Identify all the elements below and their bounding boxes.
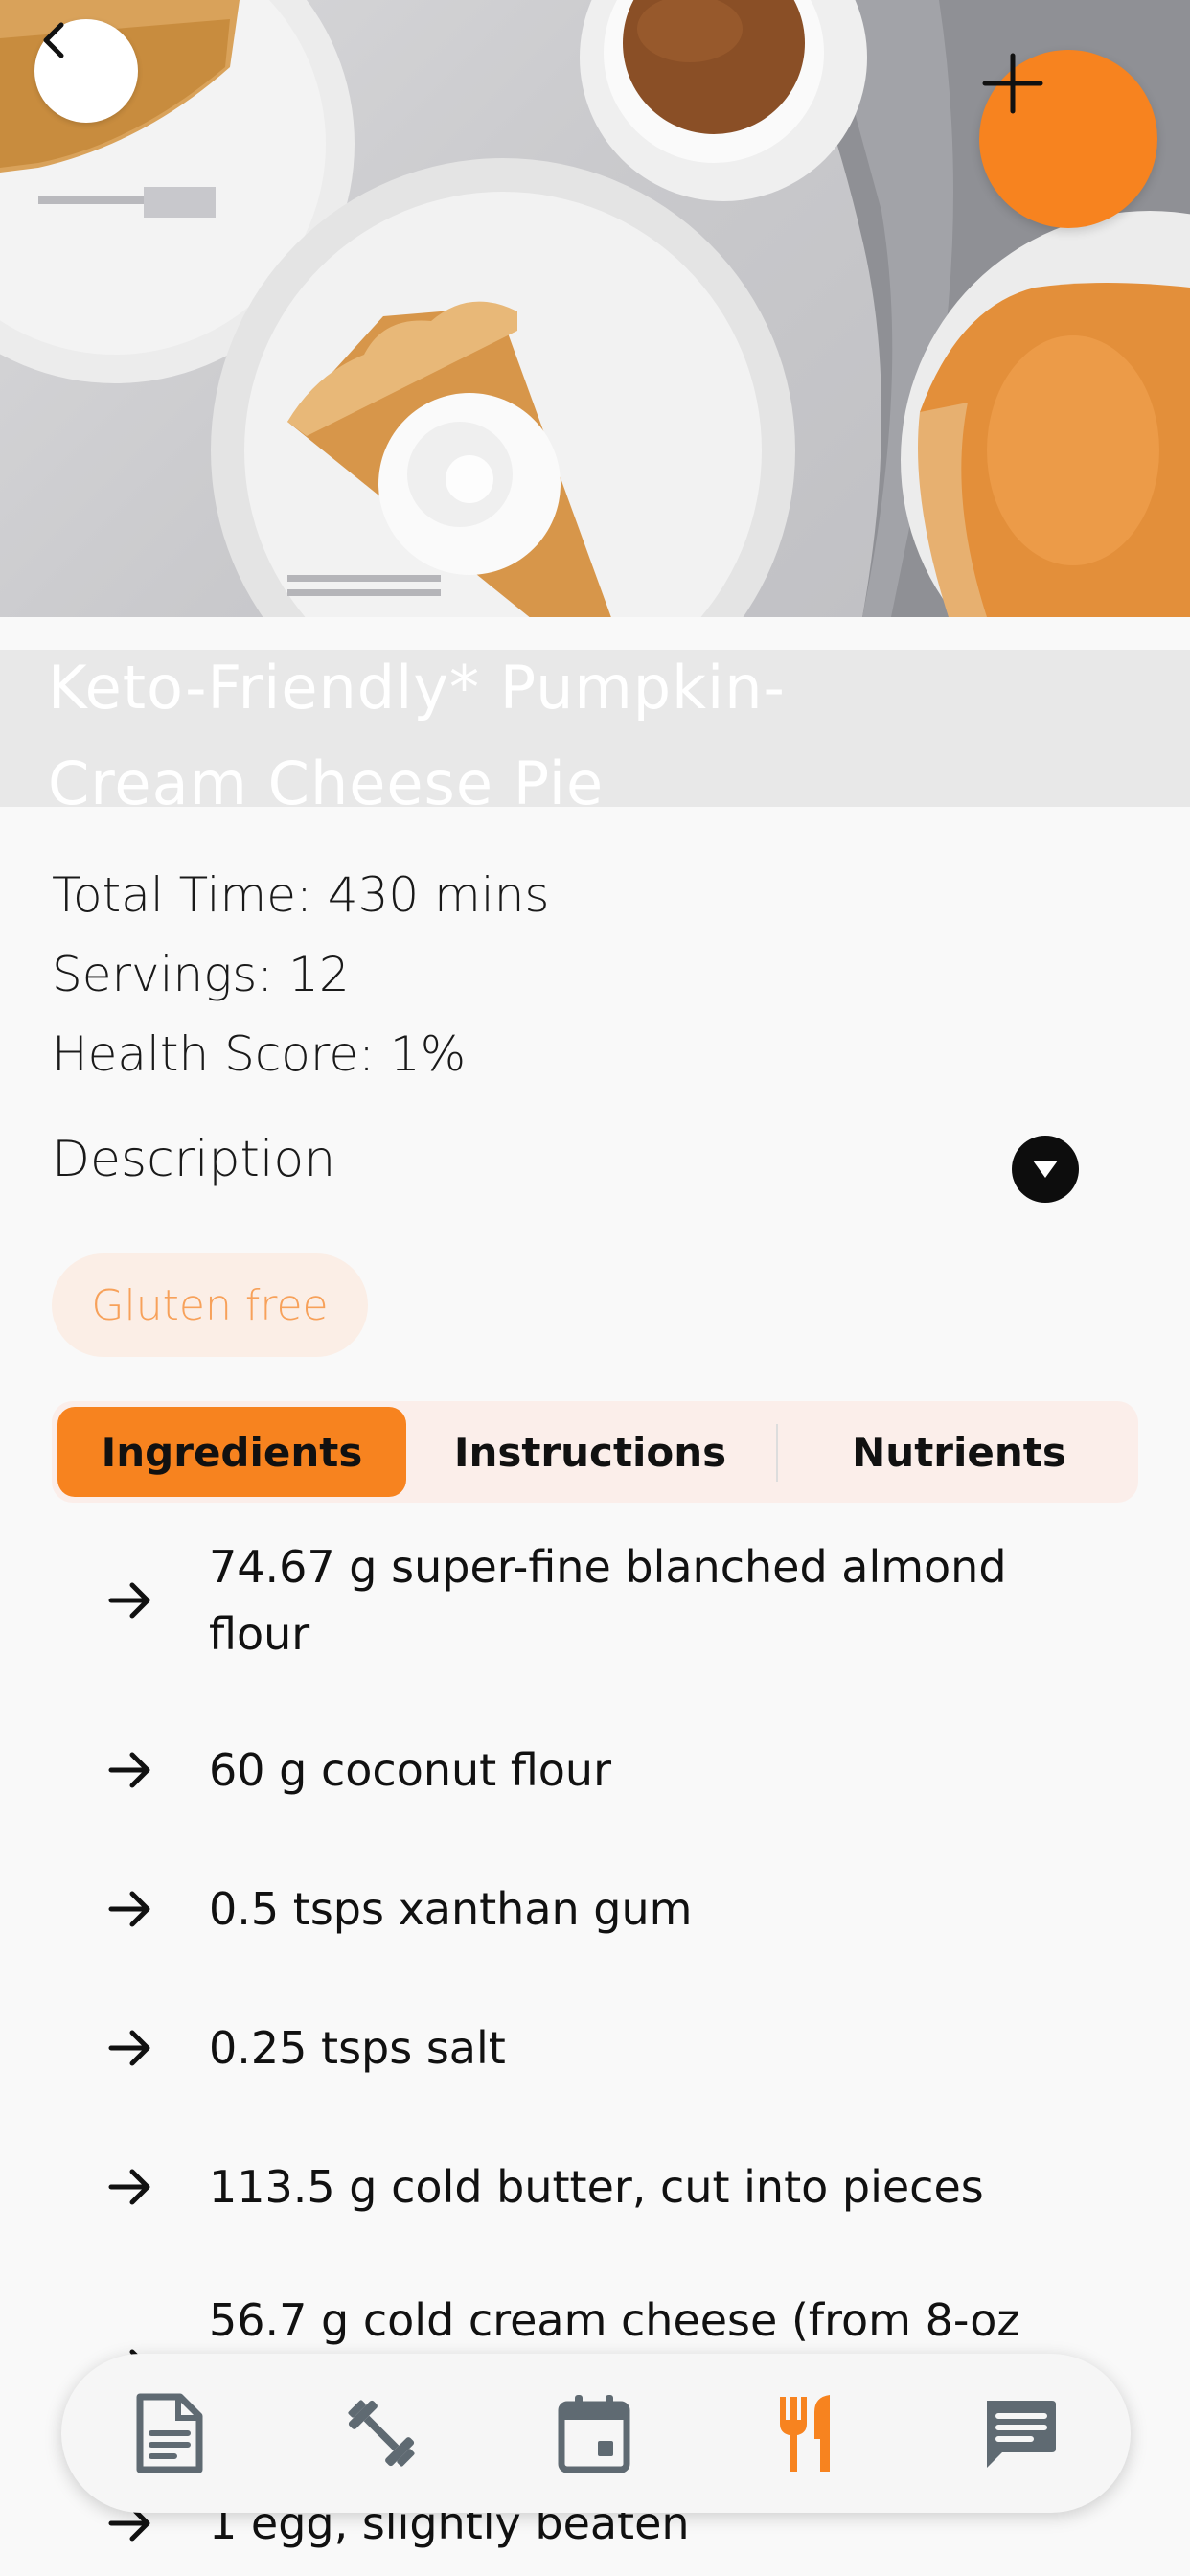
plus-icon: [982, 53, 1043, 114]
nav-notes[interactable]: [121, 2385, 217, 2481]
bottom-navigation: [61, 2354, 1131, 2513]
nav-workouts[interactable]: [333, 2385, 429, 2481]
total-time: Total Time: 430 mins: [52, 867, 550, 923]
dumbbell-icon: [348, 2400, 415, 2467]
arrow-right-icon: [108, 1891, 150, 1927]
description-label: Description: [52, 1131, 336, 1188]
nav-calendar[interactable]: [546, 2385, 642, 2481]
chevron-left-icon: [43, 22, 64, 58]
document-icon: [136, 2393, 203, 2473]
ingredient-text: 60 g coconut flour: [209, 1744, 611, 1796]
diet-tag-gluten-free: Gluten free: [52, 1254, 368, 1357]
chat-icon: [987, 2401, 1056, 2468]
recipe-hero-image: [0, 0, 1190, 617]
tab-divider: [776, 1424, 778, 1482]
nav-chat[interactable]: [972, 2385, 1067, 2481]
arrow-right-icon: [108, 2169, 150, 2205]
ingredient-text: 0.5 tsps xanthan gum: [209, 1883, 693, 1935]
ingredient-text: 0.25 tsps salt: [209, 2022, 506, 2074]
fork-knife-icon: [780, 2395, 830, 2472]
add-recipe-button[interactable]: [979, 50, 1157, 228]
description-toggle-button[interactable]: [1012, 1136, 1079, 1203]
tab-ingredients[interactable]: Ingredients: [57, 1407, 406, 1497]
health-score: Health Score: 1%: [52, 1026, 467, 1082]
back-button[interactable]: [34, 19, 138, 123]
description-row[interactable]: Description: [52, 1131, 1083, 1208]
arrow-right-icon: [108, 1582, 150, 1619]
tab-instructions[interactable]: Instructions: [416, 1407, 765, 1497]
ingredient-text: 56.7 g cold cream cheese (from 8-oz: [209, 2294, 1020, 2346]
tab-nutrients[interactable]: Nutrients: [786, 1407, 1133, 1497]
caret-down-icon: [1033, 1161, 1058, 1178]
arrow-right-icon: [108, 1752, 150, 1788]
recipe-tabs: Ingredients Instructions Nutrients: [52, 1401, 1138, 1503]
servings: Servings: 12: [52, 947, 350, 1002]
nav-recipes[interactable]: [759, 2385, 855, 2481]
calendar-icon: [558, 2395, 630, 2473]
ingredient-text: 113.5 g cold butter, cut into pieces: [209, 2161, 984, 2213]
ingredient-text: 74.67 g super-fine blanched almond flour: [209, 1541, 1007, 1660]
recipe-title: Keto-Friendly* Pumpkin-Cream Cheese Pie: [48, 653, 786, 818]
arrow-right-icon: [108, 2030, 150, 2066]
